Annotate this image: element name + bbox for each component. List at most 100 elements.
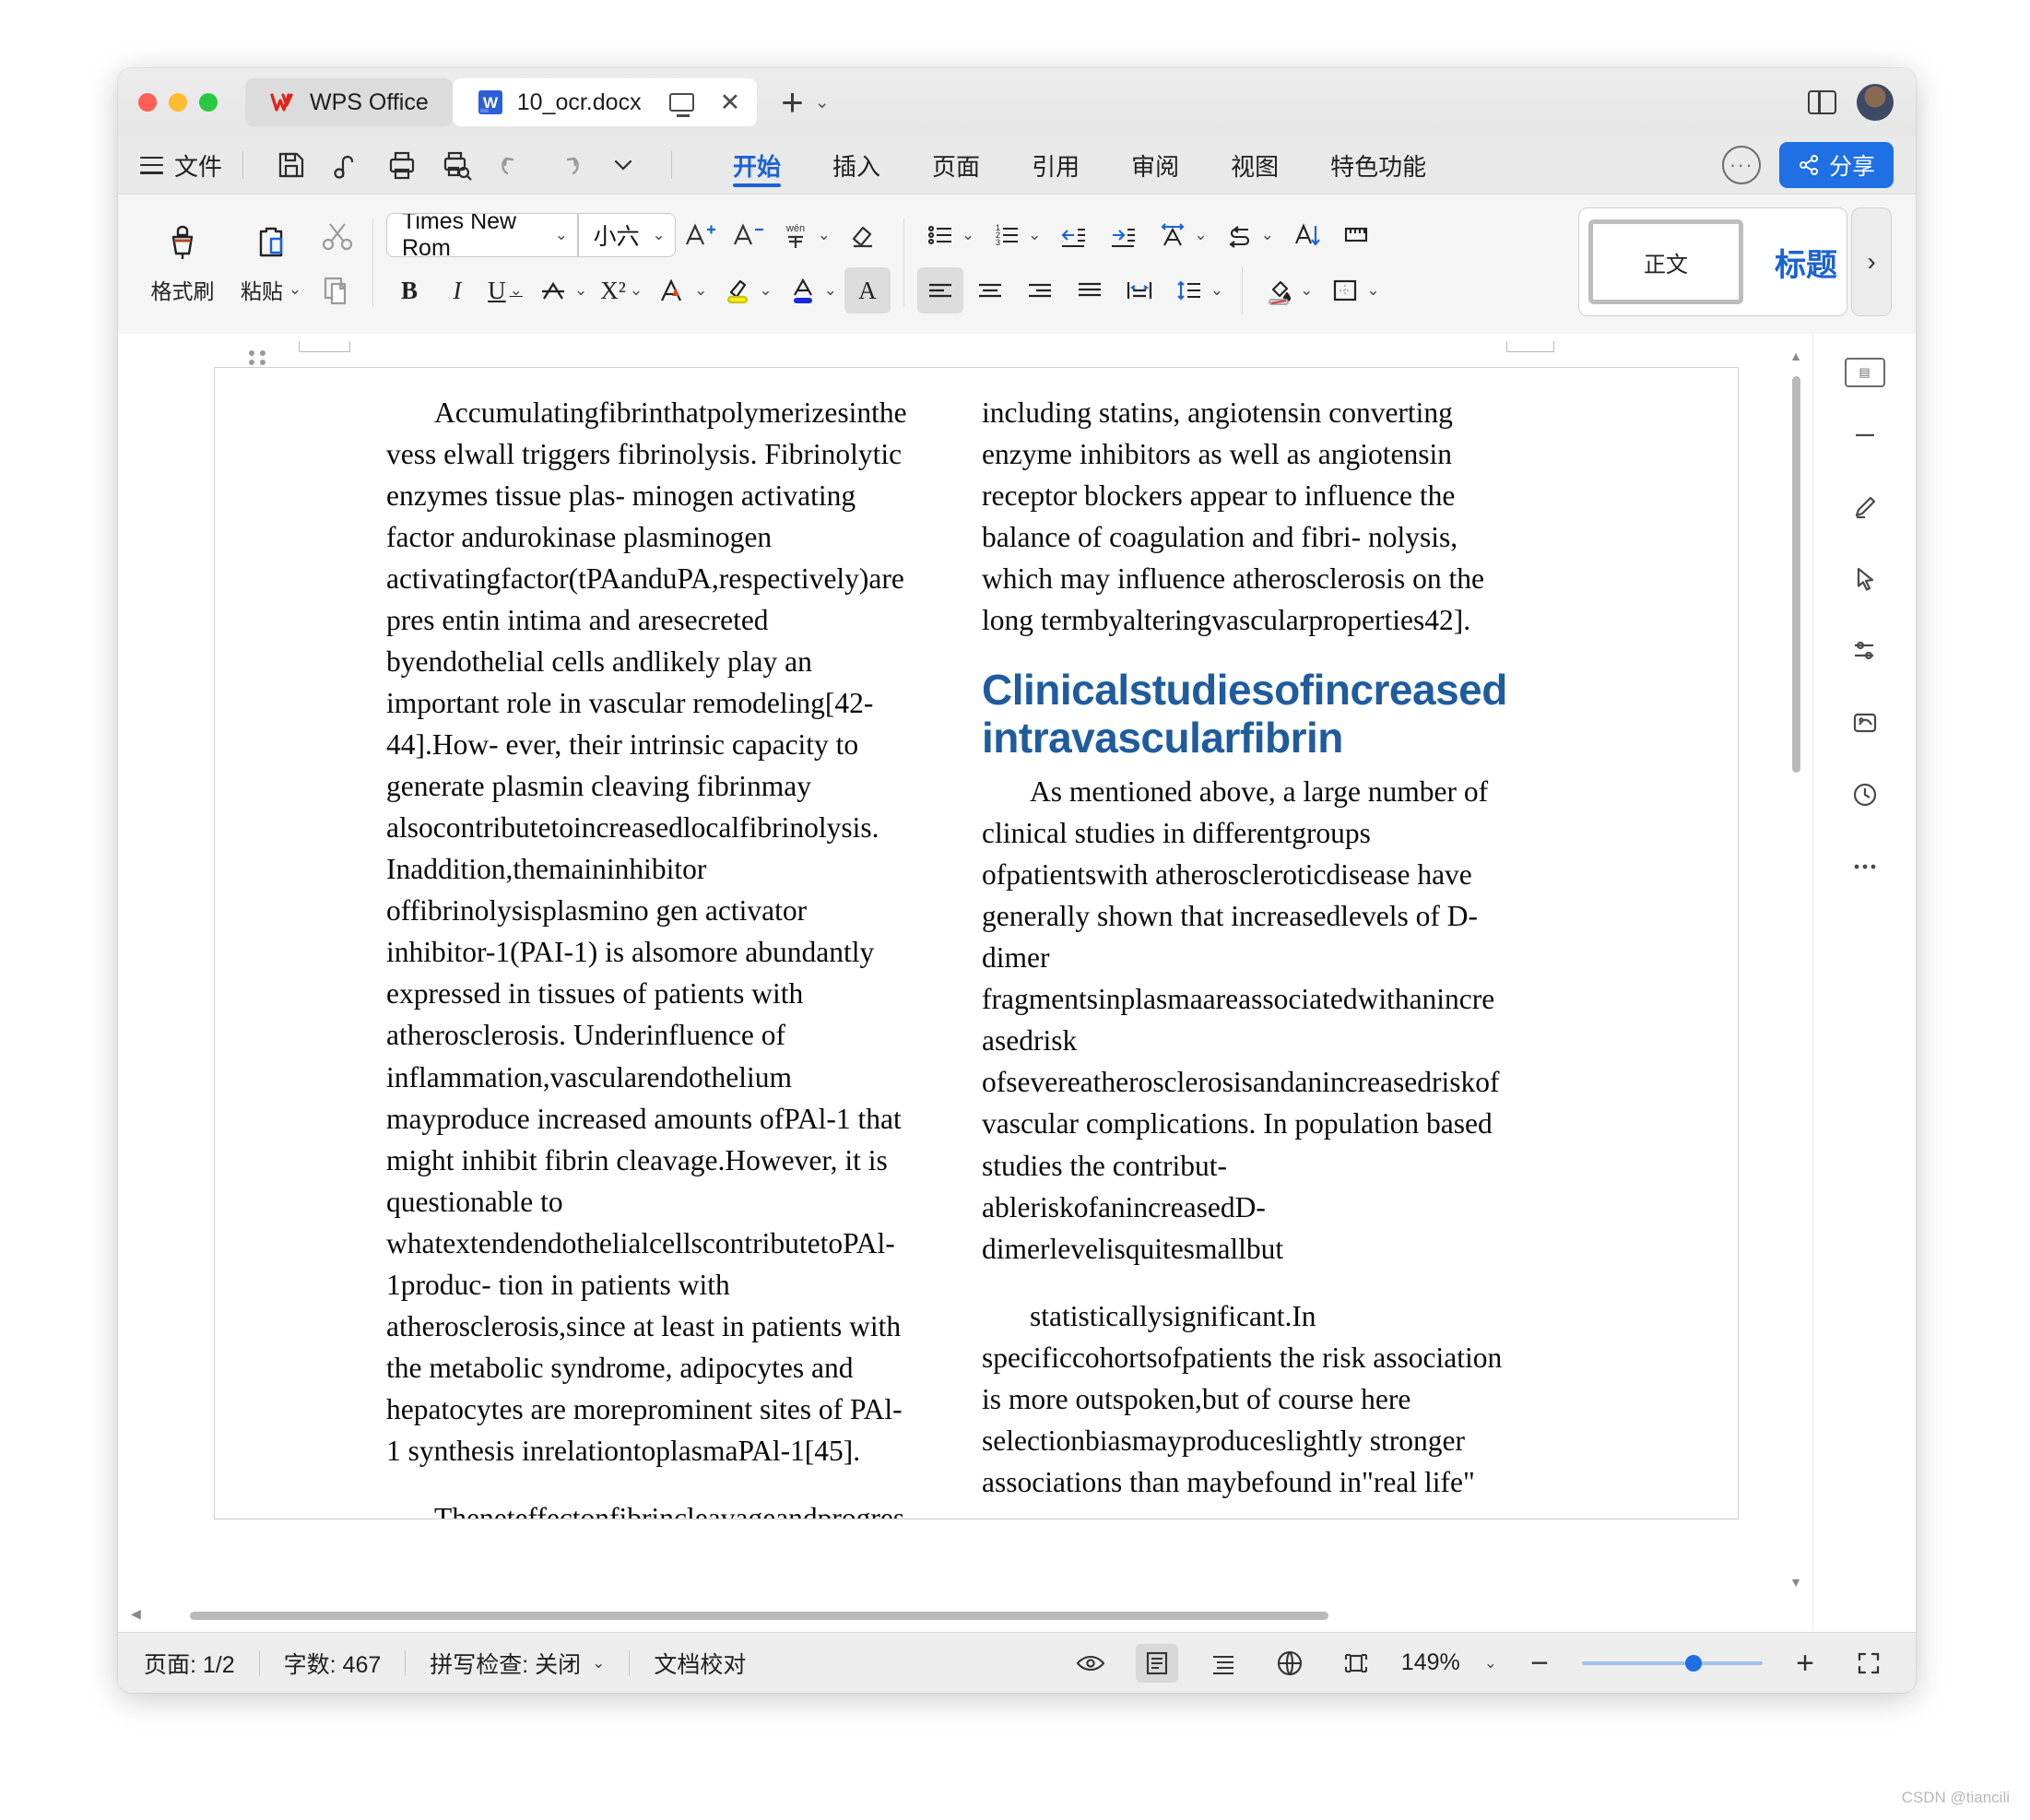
chevron-down-icon[interactable]: ⌄: [289, 280, 301, 299]
minimize-window-button[interactable]: [169, 93, 187, 112]
font-color-button[interactable]: ⌄: [780, 267, 843, 313]
save-icon[interactable]: [276, 149, 307, 181]
italic-button[interactable]: I: [434, 267, 480, 313]
shading-button[interactable]: ⌄: [1256, 267, 1318, 313]
share-button[interactable]: 分享: [1778, 142, 1894, 188]
side-panel-icon[interactable]: [1808, 90, 1836, 114]
zoom-slider-knob[interactable]: [1685, 1654, 1702, 1672]
redo-icon[interactable]: [552, 149, 584, 181]
page-thumbnail-icon[interactable]: ▤: [1844, 358, 1885, 387]
chevron-down-icon[interactable]: ⌄: [815, 92, 830, 113]
reading-layout-icon[interactable]: [1335, 1644, 1377, 1683]
proofread-button[interactable]: 文档校对: [654, 1647, 746, 1680]
increase-indent-button[interactable]: [1100, 212, 1146, 258]
underline-button[interactable]: U ⌄: [482, 267, 528, 313]
bold-button[interactable]: B: [386, 267, 432, 313]
styles-expand-button[interactable]: ›: [1851, 207, 1892, 316]
chevron-down-icon[interactable]: [608, 149, 639, 181]
tab-start[interactable]: 开始: [707, 137, 807, 193]
highlight-button[interactable]: ⌄: [714, 267, 777, 313]
file-menu-button[interactable]: 文件: [174, 148, 222, 183]
paste-button[interactable]: 粘贴 ⌄: [227, 206, 315, 320]
vertical-scroll-thumb[interactable]: [1792, 376, 1800, 773]
tab-review[interactable]: 审阅: [1105, 137, 1205, 193]
page-indicator[interactable]: 页面: 1/2: [144, 1647, 235, 1680]
scroll-up-icon[interactable]: ▲: [1788, 349, 1803, 365]
numbered-list-button[interactable]: 123 ⌄: [984, 212, 1046, 258]
scroll-left-icon[interactable]: ◀: [131, 1606, 141, 1622]
align-right-button[interactable]: [1017, 267, 1063, 313]
distribute-button[interactable]: [1116, 267, 1163, 313]
borders-button[interactable]: ⌄: [1322, 267, 1385, 313]
superscript-button[interactable]: X² ⌄: [595, 267, 648, 313]
pinyin-guide-button[interactable]: wén ⌄: [772, 212, 836, 258]
char-shading-button[interactable]: A: [844, 267, 891, 313]
tab-reference[interactable]: 引用: [1006, 137, 1105, 193]
horizontal-scroll-thumb[interactable]: [190, 1612, 1328, 1620]
close-icon[interactable]: ✕: [720, 89, 741, 117]
sort-button[interactable]: [1283, 212, 1329, 258]
screencast-icon[interactable]: [668, 93, 694, 117]
cut-icon[interactable]: [315, 213, 360, 257]
document-page[interactable]: Accumulatingfibrinthatpolymerizesintheve…: [214, 367, 1739, 1519]
print-layout-icon[interactable]: [1135, 1643, 1178, 1683]
more-options-icon[interactable]: ···: [1721, 146, 1761, 184]
tab-insert[interactable]: 插入: [807, 137, 906, 193]
zoom-level[interactable]: 149%: [1401, 1649, 1460, 1676]
cursor-select-icon[interactable]: [1841, 555, 1889, 603]
align-justify-button[interactable]: [1067, 267, 1113, 313]
print-preview-icon[interactable]: [442, 149, 473, 181]
grow-font-button[interactable]: [676, 212, 724, 258]
fullscreen-icon[interactable]: [1847, 1644, 1890, 1683]
new-tab-button[interactable]: +: [781, 83, 804, 122]
spellcheck-status[interactable]: 拼写检查: 关闭: [430, 1647, 581, 1680]
print-icon[interactable]: [386, 149, 418, 181]
line-spacing-button[interactable]: ⌄: [1166, 267, 1229, 313]
style-normal[interactable]: 正文: [1588, 219, 1743, 304]
pen-edit-icon[interactable]: [1841, 483, 1889, 531]
show-marks-button[interactable]: [1333, 212, 1379, 258]
chevron-down-icon[interactable]: ⌄: [1484, 1654, 1497, 1672]
outline-view-icon[interactable]: [1202, 1644, 1245, 1683]
menu-icon[interactable]: [140, 156, 163, 174]
tab-view[interactable]: 视图: [1205, 137, 1304, 193]
tab-page[interactable]: 页面: [906, 137, 1006, 193]
text-effects-button[interactable]: ⌄: [650, 267, 713, 313]
ruler-indent-marker[interactable]: [299, 341, 350, 352]
horizontal-scrollbar[interactable]: ◀ ▶: [131, 1606, 1875, 1623]
undo-icon[interactable]: [497, 149, 528, 181]
avatar[interactable]: [1857, 84, 1894, 121]
character-spacing-button[interactable]: ⌄: [1150, 212, 1212, 258]
cloud-sync-icon[interactable]: [331, 149, 362, 181]
format-painter-button[interactable]: 格式刷: [138, 206, 227, 320]
zoom-out-button[interactable]: −: [1521, 1648, 1558, 1679]
shrink-font-button[interactable]: [724, 212, 772, 258]
minimize-icon[interactable]: [1841, 411, 1889, 459]
bullet-list-button[interactable]: ⌄: [917, 212, 980, 258]
font-name-select[interactable]: Times New Rom ⌄: [387, 214, 577, 256]
web-layout-icon[interactable]: [1269, 1644, 1311, 1683]
vertical-scroll-track[interactable]: [1792, 371, 1800, 1569]
scroll-down-icon[interactable]: ▼: [1788, 1575, 1803, 1591]
align-center-button[interactable]: [967, 267, 1013, 313]
word-count[interactable]: 字数: 467: [284, 1647, 382, 1680]
clear-format-button[interactable]: [836, 212, 884, 258]
copy-icon[interactable]: [315, 268, 360, 313]
smart-tools-icon[interactable]: [1841, 699, 1889, 747]
zoom-in-button[interactable]: +: [1787, 1648, 1823, 1679]
font-size-select[interactable]: 小六 ⌄: [579, 214, 675, 256]
vertical-scrollbar[interactable]: ▲ ▼: [1788, 349, 1803, 1591]
tab-document[interactable]: W 10_ocr.docx ✕: [452, 78, 758, 126]
tab-wps-office[interactable]: WPS Office: [245, 78, 453, 126]
strikethrough-button[interactable]: ⌄: [530, 267, 593, 313]
zoom-slider[interactable]: [1582, 1654, 1763, 1672]
settings-sliders-icon[interactable]: [1841, 627, 1889, 675]
style-heading[interactable]: 标题: [1775, 240, 1837, 285]
chevron-down-icon[interactable]: ⌄: [592, 1654, 605, 1672]
text-direction-button[interactable]: ⌄: [1217, 212, 1280, 258]
eye-icon[interactable]: [1069, 1644, 1112, 1683]
horizontal-scroll-track[interactable]: [151, 1612, 1855, 1620]
close-window-button[interactable]: [138, 93, 157, 112]
maximize-window-button[interactable]: [199, 93, 218, 112]
ruler-indent-marker[interactable]: [1506, 341, 1554, 352]
